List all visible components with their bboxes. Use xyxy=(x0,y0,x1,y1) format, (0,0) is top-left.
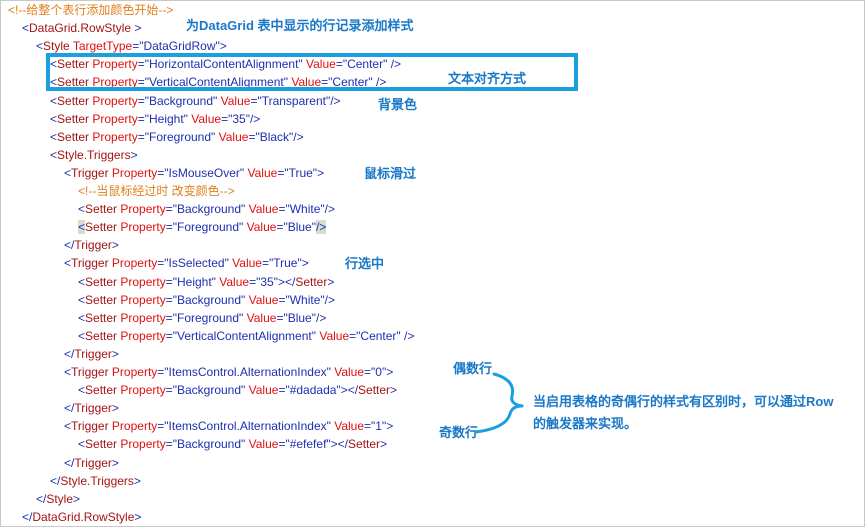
bracket-connector xyxy=(474,372,524,434)
brace-upper-arm xyxy=(492,372,524,408)
brace-lower-arm xyxy=(474,404,524,434)
